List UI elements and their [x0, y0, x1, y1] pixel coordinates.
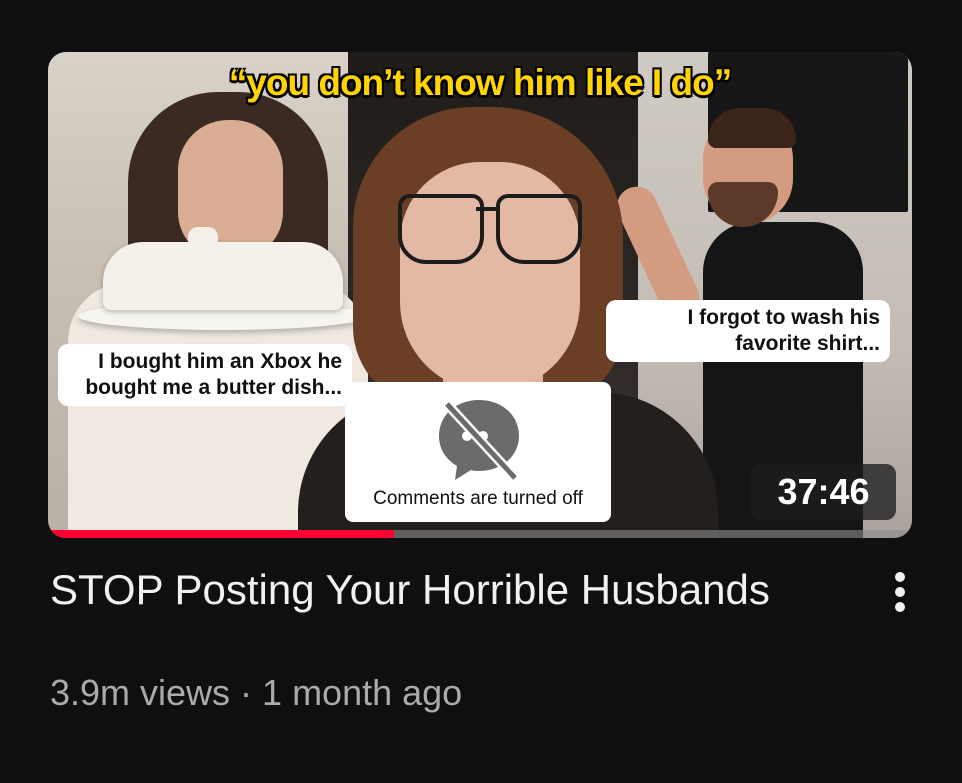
- caption-right: I forgot to wash his favorite shirt...: [606, 300, 890, 362]
- video-card[interactable]: “you don’t know him like I do” I bought …: [0, 0, 962, 783]
- watch-progress-bar: [48, 530, 394, 538]
- video-title[interactable]: STOP Posting Your Horrible Husbands: [50, 562, 770, 618]
- duration-badge: 37:46: [751, 464, 896, 520]
- glasses-left-lens: [398, 194, 484, 264]
- vertical-ellipsis-icon: [895, 587, 905, 597]
- thumbnail-overlay-title: “you don’t know him like I do”: [228, 62, 732, 103]
- video-metadata: 3.9m views · 1 month ago: [50, 672, 463, 713]
- glasses-bridge: [476, 207, 498, 211]
- man-right-hair: [708, 108, 796, 148]
- video-thumbnail[interactable]: “you don’t know him like I do” I bought …: [48, 52, 912, 538]
- comments-off-notice: Comments are turned off: [345, 382, 611, 522]
- butter-dish-lid: [103, 242, 343, 310]
- glasses-right-lens: [496, 194, 582, 264]
- comments-off-label: Comments are turned off: [373, 488, 583, 509]
- more-options-button[interactable]: [882, 566, 918, 618]
- vertical-ellipsis-icon: [895, 602, 905, 612]
- vertical-ellipsis-icon: [895, 572, 905, 582]
- comments-off-icon: [439, 400, 519, 482]
- butter-dish-knob: [188, 227, 218, 251]
- caption-left: I bought him an Xbox he bought me a butt…: [58, 344, 352, 406]
